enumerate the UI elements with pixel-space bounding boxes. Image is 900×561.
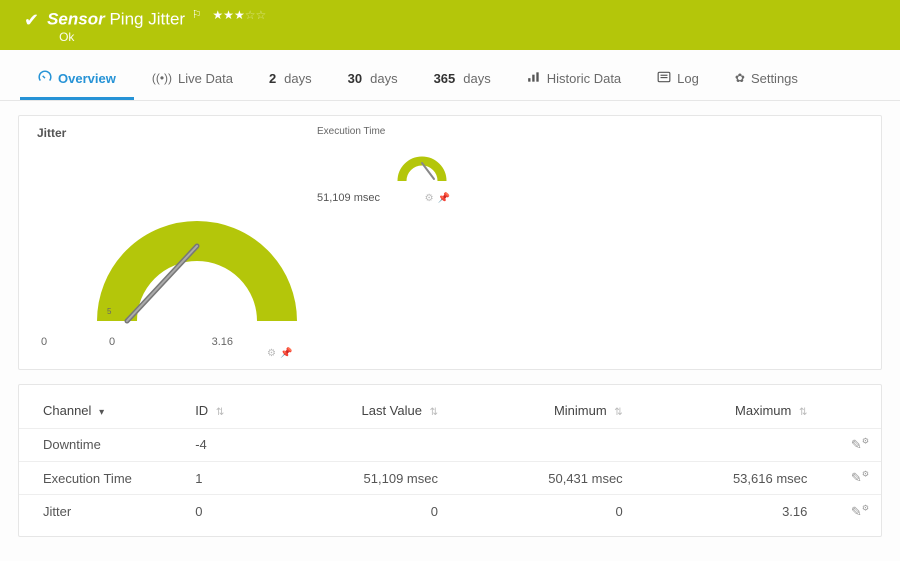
- svg-text:5: 5: [107, 307, 112, 316]
- gauge-settings-icon[interactable]: ⚙: [425, 193, 434, 204]
- tab-2days[interactable]: 2 days: [251, 62, 330, 100]
- tab-label: Settings: [751, 71, 798, 86]
- tab-settings[interactable]: ✿ Settings: [717, 62, 816, 100]
- axis-scale-min: 0: [109, 336, 115, 348]
- check-icon: ✔: [24, 10, 39, 31]
- gauge-jitter: Jitter 5 0 0 3.16 ⚙ 📌: [37, 126, 297, 359]
- cell-last-value: [265, 428, 450, 461]
- col-header-channel[interactable]: Channel ▾: [19, 393, 183, 429]
- col-header-last-value[interactable]: Last Value ⇅: [265, 393, 450, 429]
- star-icon: ★: [212, 8, 223, 22]
- tab-label: days: [370, 71, 397, 86]
- gauge-panel: Jitter 5 0 0 3.16 ⚙ 📌: [18, 115, 882, 370]
- cell-minimum: 0: [450, 495, 635, 528]
- tab-bar: Overview ((•)) Live Data 2 days 30 days …: [0, 50, 900, 101]
- cell-maximum: 3.16: [635, 495, 820, 528]
- cell-channel: Execution Time: [19, 461, 183, 494]
- tab-label: Live Data: [178, 71, 233, 86]
- tab-label: Historic Data: [547, 71, 621, 86]
- cell-channel: Jitter: [19, 495, 183, 528]
- star-icon: ☆: [255, 8, 266, 22]
- tab-label: days: [463, 71, 490, 86]
- axis-zero-outer: 0: [41, 336, 47, 348]
- star-icon: ★: [234, 8, 245, 22]
- col-header-actions: [819, 393, 881, 429]
- row-settings-icon[interactable]: ✎⚙: [851, 437, 869, 452]
- tab-30days[interactable]: 30 days: [330, 62, 416, 100]
- cell-id: 1: [183, 461, 265, 494]
- sensor-status: Ok: [59, 30, 266, 44]
- row-settings-icon[interactable]: ✎⚙: [851, 470, 869, 485]
- tab-label: days: [284, 71, 311, 86]
- table-row: Execution Time151,109 msec50,431 msec53,…: [19, 461, 881, 494]
- channel-table: Channel ▾ ID ⇅ Last Value ⇅ Minimum ⇅ Ma…: [19, 393, 881, 528]
- cell-id: 0: [183, 495, 265, 528]
- axis-scale-max: 3.16: [212, 336, 233, 348]
- tab-live-data[interactable]: ((•)) Live Data: [134, 62, 251, 100]
- gauge-title: Jitter: [37, 126, 297, 140]
- tab-label: Log: [677, 71, 699, 86]
- gauge-settings-icon[interactable]: ⚙: [267, 348, 276, 359]
- table-row: Jitter0003.16✎⚙: [19, 495, 881, 528]
- sensor-label: Sensor: [47, 10, 105, 29]
- gauge-pin-icon[interactable]: 📌: [280, 348, 292, 359]
- tab-number: 30: [348, 71, 362, 86]
- sensor-header: ✔ Sensor Ping Jitter ⚐ ★★★☆☆ Ok: [0, 0, 900, 50]
- gauge-icon: [38, 70, 52, 87]
- tab-label: Overview: [58, 71, 116, 86]
- log-icon: [657, 71, 671, 86]
- sort-icon: ⇅: [430, 407, 438, 418]
- cell-last-value: 0: [265, 495, 450, 528]
- chart-icon: [527, 71, 541, 86]
- tab-365days[interactable]: 365 days: [416, 62, 509, 100]
- col-header-maximum[interactable]: Maximum ⇅: [635, 393, 820, 429]
- cell-maximum: 53,616 msec: [635, 461, 820, 494]
- gauge-title: Execution Time: [317, 126, 450, 137]
- table-row: Downtime-4 ✎⚙: [19, 428, 881, 461]
- cell-id: -4: [183, 428, 265, 461]
- gauge-pin-icon[interactable]: 📌: [438, 193, 450, 204]
- tab-number: 2: [269, 71, 276, 86]
- star-icon: ★: [223, 8, 234, 22]
- cell-minimum: [450, 428, 635, 461]
- tab-number: 365: [434, 71, 456, 86]
- tab-overview[interactable]: Overview: [20, 62, 134, 100]
- sort-icon: ⇅: [614, 407, 622, 418]
- sort-down-icon: ▾: [99, 407, 104, 418]
- star-icon: ☆: [245, 8, 256, 22]
- sort-icon: ⇅: [799, 407, 807, 418]
- signal-icon: ((•)): [152, 71, 172, 85]
- row-settings-icon[interactable]: ✎⚙: [851, 504, 869, 519]
- tab-log[interactable]: Log: [639, 62, 717, 100]
- exec-gauge-chart[interactable]: [390, 143, 450, 191]
- col-header-minimum[interactable]: Minimum ⇅: [450, 393, 635, 429]
- flag-icon[interactable]: ⚐: [192, 9, 202, 21]
- jitter-gauge-chart[interactable]: 5 0 0 3.16: [37, 146, 297, 346]
- sensor-title: Sensor Ping Jitter ⚐ ★★★☆☆: [47, 8, 266, 30]
- gauge-value: 51,109 msec: [317, 192, 380, 204]
- sort-icon: ⇅: [216, 407, 224, 418]
- sensor-name: Ping Jitter: [109, 10, 185, 29]
- cell-minimum: 50,431 msec: [450, 461, 635, 494]
- channel-table-panel: Channel ▾ ID ⇅ Last Value ⇅ Minimum ⇅ Ma…: [18, 384, 882, 537]
- priority-stars[interactable]: ★★★☆☆: [212, 8, 266, 22]
- cell-last-value: 51,109 msec: [265, 461, 450, 494]
- gear-icon: ✿: [735, 71, 745, 85]
- col-header-id[interactable]: ID ⇅: [183, 393, 265, 429]
- gauge-execution-time: Execution Time 51,109 msec ⚙ 📌: [317, 126, 450, 204]
- cell-channel: Downtime: [19, 428, 183, 461]
- cell-maximum: [635, 428, 820, 461]
- tab-historic[interactable]: Historic Data: [509, 62, 639, 100]
